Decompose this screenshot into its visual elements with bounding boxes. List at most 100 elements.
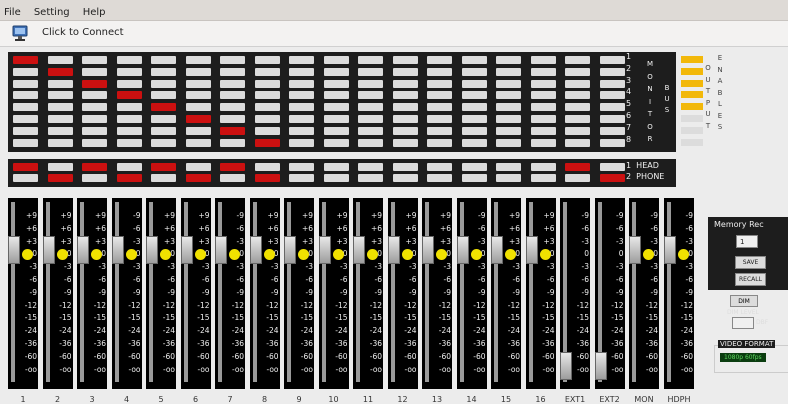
output-enable-led[interactable] [681,103,703,111]
headphone-cell[interactable] [185,174,211,182]
bus-cell[interactable] [254,126,280,135]
bus-cell[interactable] [323,91,349,100]
fader-knob[interactable] [353,236,365,265]
bus-cell[interactable] [185,138,211,147]
bus-cell[interactable] [47,115,73,123]
headphone-cell[interactable] [151,174,176,182]
bus-cell[interactable] [13,126,38,135]
bus-cell[interactable] [116,67,142,76]
bus-cell[interactable] [496,126,521,135]
headphone-cell[interactable] [116,163,142,171]
headphone-cell[interactable] [323,174,349,182]
menu-help[interactable]: Help [79,3,110,23]
network-connect-icon[interactable] [10,24,30,42]
fader-knob[interactable] [560,351,572,380]
output-enable-led[interactable] [681,67,703,75]
bus-cell[interactable] [565,138,590,147]
bus-cell[interactable] [47,103,73,112]
bus-cell[interactable] [151,56,176,64]
bus-cell[interactable] [289,115,314,123]
bus-cell[interactable] [427,67,452,76]
headphone-cell[interactable] [185,163,211,171]
bus-cell[interactable] [185,56,211,64]
bus-cell[interactable] [565,67,590,76]
headphone-cell[interactable] [530,174,556,182]
output-enable-led[interactable] [681,115,703,122]
bus-cell[interactable] [185,103,211,112]
bus-cell[interactable] [392,126,418,135]
video-format-value[interactable]: 1080p 60fps [720,353,766,362]
headphone-cell[interactable] [13,163,38,171]
bus-cell[interactable] [599,138,625,147]
bus-cell[interactable] [185,126,211,135]
bus-cell[interactable] [358,115,383,123]
bus-cell[interactable] [220,91,245,100]
headphone-cell[interactable] [289,174,314,182]
fader-knob[interactable] [525,236,538,265]
bus-cell[interactable] [116,79,142,88]
bus-cell[interactable] [461,103,487,112]
bus-cell[interactable] [47,67,73,76]
bus-cell[interactable] [185,67,211,76]
bus-cell[interactable] [427,138,452,147]
bus-cell[interactable] [358,67,383,76]
bus-cell[interactable] [530,126,556,135]
headphone-cell[interactable] [47,163,73,171]
bus-cell[interactable] [358,91,383,100]
bus-cell[interactable] [358,56,383,64]
bus-cell[interactable] [392,91,418,100]
recall-button[interactable]: RECALL [735,273,766,286]
bus-cell[interactable] [392,138,418,147]
bus-cell[interactable] [289,103,314,112]
bus-cell[interactable] [323,79,349,88]
bus-cell[interactable] [82,91,107,100]
bus-cell[interactable] [289,126,314,135]
bus-cell[interactable] [116,115,142,123]
bus-cell[interactable] [116,138,142,147]
bus-cell[interactable] [82,103,107,112]
bus-cell[interactable] [392,115,418,123]
headphone-cell[interactable] [151,163,176,171]
bus-cell[interactable] [254,103,280,112]
bus-cell[interactable] [599,115,625,123]
bus-cell[interactable] [13,79,38,88]
bus-cell[interactable] [289,91,314,100]
bus-cell[interactable] [530,115,556,123]
fader-knob[interactable] [284,236,296,265]
save-button[interactable]: SAVE [735,256,766,269]
bus-cell[interactable] [323,126,349,135]
bus-cell[interactable] [599,103,625,112]
bus-cell[interactable] [358,138,383,147]
bus-cell[interactable] [254,56,280,64]
bus-cell[interactable] [461,56,487,64]
fader-knob[interactable] [77,236,89,265]
bus-cell[interactable] [151,138,176,147]
bus-cell[interactable] [289,56,314,64]
bus-cell[interactable] [116,126,142,135]
headphone-cell[interactable] [254,174,280,182]
bus-cell[interactable] [496,115,521,123]
fader-knob[interactable] [42,236,55,265]
bus-cell[interactable] [82,115,107,123]
bus-cell[interactable] [220,126,245,135]
fader-knob[interactable] [111,236,124,265]
headphone-cell[interactable] [530,163,556,171]
menu-file[interactable]: File [0,3,25,23]
bus-cell[interactable] [323,115,349,123]
output-enable-led[interactable] [681,91,703,99]
headphone-cell[interactable] [392,174,418,182]
bus-cell[interactable] [427,91,452,100]
headphone-cell[interactable] [599,163,625,171]
bus-cell[interactable] [358,79,383,88]
bus-cell[interactable] [82,56,107,64]
bus-cell[interactable] [427,79,452,88]
fader-knob[interactable] [664,236,676,265]
bus-cell[interactable] [47,126,73,135]
fader-knob[interactable] [629,236,641,265]
bus-cell[interactable] [392,56,418,64]
bus-cell[interactable] [323,103,349,112]
bus-cell[interactable] [47,91,73,100]
bus-cell[interactable] [427,126,452,135]
bus-cell[interactable] [254,67,280,76]
bus-cell[interactable] [496,79,521,88]
